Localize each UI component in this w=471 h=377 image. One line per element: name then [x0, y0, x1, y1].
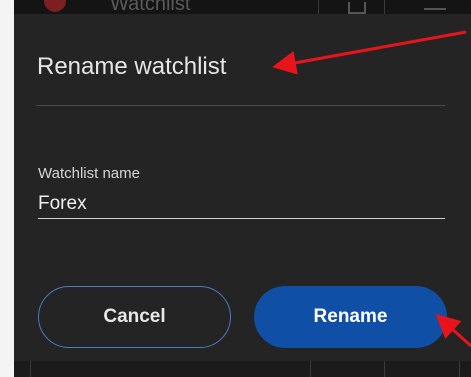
rename-watchlist-dialog: Rename watchlist Watchlist name Cancel R…: [14, 14, 471, 377]
menu-icon: [424, 8, 446, 10]
background-app-title: Watchlist: [110, 0, 191, 15]
bottom-divider: [310, 361, 311, 377]
edit-icon: [348, 2, 366, 14]
dialog-title: Rename watchlist: [37, 53, 227, 80]
title-divider: [36, 105, 445, 106]
screenshot: Watchlist Rename watchlist Watchlist nam…: [0, 0, 471, 377]
watchlist-name-input[interactable]: [38, 190, 445, 219]
bottom-divider: [30, 361, 31, 377]
cancel-button[interactable]: Cancel: [38, 286, 231, 348]
bottom-divider: [459, 361, 460, 377]
watchlist-name-label: Watchlist name: [38, 165, 140, 182]
background-app-bottom: [14, 361, 471, 377]
rename-button[interactable]: Rename: [254, 286, 447, 348]
avatar-icon: [44, 0, 66, 12]
bottom-divider: [384, 361, 385, 377]
